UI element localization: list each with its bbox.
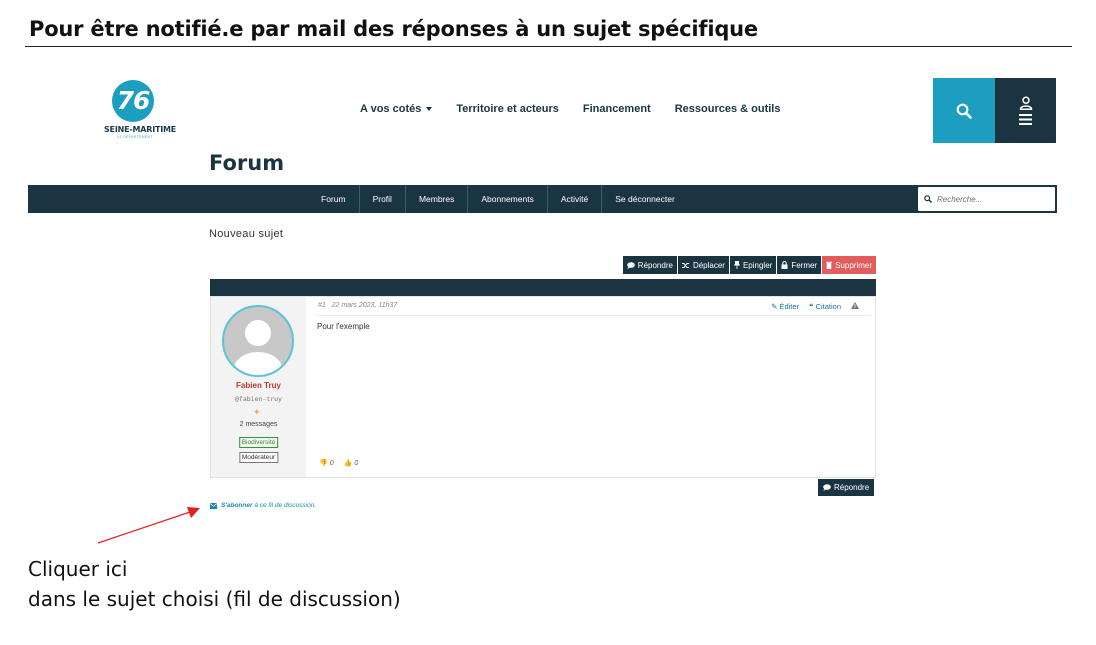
author-message-count: 2 messages bbox=[239, 421, 278, 428]
forum-post: Fabien Truy @fabien-truy ✦ 2 messages Bi… bbox=[210, 296, 876, 478]
user-icon bbox=[1019, 96, 1032, 110]
topic-actions: Répondre Déplacer Epingler Fermer Suppri… bbox=[622, 256, 876, 274]
comment-icon bbox=[626, 261, 635, 269]
thumbs-down-icon: 👎 bbox=[319, 460, 328, 467]
trash-icon bbox=[826, 261, 833, 269]
post-date: 22 mars 2023, 11h37 bbox=[331, 302, 398, 309]
logo-number: 76 bbox=[112, 80, 154, 122]
avatar[interactable] bbox=[222, 305, 294, 377]
search-icon bbox=[956, 103, 972, 119]
logo-text: SEINE-MARITIME bbox=[104, 125, 177, 134]
nav-item-label: A vos cotés bbox=[360, 103, 422, 115]
menu-icon bbox=[1019, 114, 1032, 125]
move-label: Déplacer bbox=[692, 260, 725, 270]
subscribe-link[interactable]: S'abonner à ce fil de discussion. bbox=[210, 502, 316, 509]
nav-item-ressources[interactable]: Ressources & outils bbox=[675, 103, 781, 115]
pin-button[interactable]: Epingler bbox=[729, 256, 777, 274]
author-badge-biodiversite: Biodiversité bbox=[238, 437, 279, 448]
post-meta: #1 22 mars 2023, 11h37 bbox=[318, 302, 397, 309]
quote-label: Citation bbox=[815, 302, 841, 311]
delete-button[interactable]: Supprimer bbox=[822, 256, 876, 274]
report-post-icon[interactable] bbox=[851, 302, 859, 311]
nav-item-territoire[interactable]: Territoire et acteurs bbox=[456, 103, 559, 115]
downvote-button[interactable]: 👎 0 bbox=[319, 459, 334, 467]
nav-item-a-vos-cotes[interactable]: A vos cotés bbox=[360, 103, 433, 115]
pencil-icon: ✎ bbox=[771, 302, 778, 311]
reply-bottom-button[interactable]: Répondre bbox=[818, 479, 875, 496]
reply-button[interactable]: Répondre bbox=[622, 256, 677, 274]
topic-title: Nouveau sujet bbox=[209, 228, 284, 240]
post-number[interactable]: #1 bbox=[318, 302, 326, 309]
main-nav: A vos cotés Territoire et acteurs Financ… bbox=[360, 103, 780, 115]
forum-tab-membres[interactable]: Membres bbox=[406, 185, 469, 213]
default-avatar-icon bbox=[234, 320, 282, 375]
post-meta-divider bbox=[315, 315, 871, 316]
downvote-count: 0 bbox=[329, 460, 334, 467]
callout-line-1: Cliquer ici bbox=[28, 557, 128, 581]
doc-divider bbox=[25, 46, 1072, 47]
subscribe-rest-label: à ce fil de discussion. bbox=[252, 502, 317, 509]
post-body: Pour l'exemple bbox=[317, 322, 370, 331]
comment-icon bbox=[823, 484, 831, 491]
post-tools: ✎ Éditer ❝ Citation bbox=[771, 302, 859, 311]
quote-post-link[interactable]: ❝ Citation bbox=[809, 302, 841, 311]
page-title: Forum bbox=[209, 151, 285, 175]
pin-label: Epingler bbox=[742, 260, 773, 270]
header-user-menu-button[interactable] bbox=[995, 78, 1056, 143]
post-votes: 👎 0 👍 0 bbox=[319, 459, 358, 467]
author-name[interactable]: Fabien Truy bbox=[211, 381, 306, 390]
close-topic-button[interactable]: Fermer bbox=[777, 256, 822, 274]
delete-label: Supprimer bbox=[835, 260, 872, 270]
author-badge-moderateur: Modérateur bbox=[238, 452, 279, 463]
thumbs-up-icon: 👍 bbox=[343, 460, 353, 467]
move-button[interactable]: Déplacer bbox=[677, 256, 729, 274]
upvote-count: 0 bbox=[354, 460, 359, 467]
pin-icon bbox=[733, 261, 740, 269]
lock-icon bbox=[781, 261, 788, 269]
forum-tab-deconnexion[interactable]: Se déconnecter bbox=[602, 185, 688, 213]
shuffle-icon bbox=[681, 262, 689, 268]
close-label: Fermer bbox=[791, 260, 818, 270]
forum-nav: Forum Profil Membres Abonnements Activit… bbox=[308, 185, 688, 213]
forum-tab-activite[interactable]: Activité bbox=[548, 185, 603, 213]
annotation-callout: Cliquer ici dans le sujet choisi (fil de… bbox=[28, 554, 401, 614]
nav-item-financement[interactable]: Financement bbox=[583, 103, 651, 115]
forum-tab-abonnements[interactable]: Abonnements bbox=[468, 185, 548, 213]
reply-label: Répondre bbox=[637, 260, 673, 270]
callout-line-2: dans le sujet choisi (fil de discussion) bbox=[28, 587, 401, 611]
author-handle: @fabien-truy bbox=[235, 395, 282, 403]
forum-navbar: Forum Profil Membres Abonnements Activit… bbox=[28, 185, 1057, 213]
edit-post-link[interactable]: ✎ Éditer bbox=[771, 302, 799, 311]
forum-tab-profil[interactable]: Profil bbox=[360, 185, 406, 213]
post-header-bar bbox=[210, 279, 876, 296]
doc-title: Pour être notifié.e par mail des réponse… bbox=[29, 17, 758, 41]
logo-subtext: LE DÉPARTEMENT bbox=[117, 135, 153, 139]
envelope-icon bbox=[210, 502, 217, 509]
reply-bottom-label: Répondre bbox=[834, 483, 870, 492]
forum-search-input[interactable] bbox=[937, 194, 1047, 204]
upvote-button[interactable]: 👍 0 bbox=[344, 459, 359, 467]
forum-tab-forum[interactable]: Forum bbox=[308, 185, 360, 213]
forum-search bbox=[917, 186, 1056, 212]
post-author-panel: Fabien Truy @fabien-truy ✦ 2 messages Bi… bbox=[211, 297, 306, 477]
annotation-arrow bbox=[97, 507, 200, 544]
edit-label: Éditer bbox=[779, 302, 800, 311]
rank-star-icon: ✦ bbox=[253, 407, 261, 417]
site-logo[interactable]: 76 SEINE-MARITIME LE DÉPARTEMENT bbox=[104, 80, 177, 142]
search-icon bbox=[924, 195, 932, 203]
subscribe-label: S'abonner bbox=[221, 502, 253, 509]
quote-icon: ❝ bbox=[809, 302, 814, 311]
caret-down-icon bbox=[426, 107, 433, 112]
header-search-button[interactable] bbox=[933, 78, 995, 143]
